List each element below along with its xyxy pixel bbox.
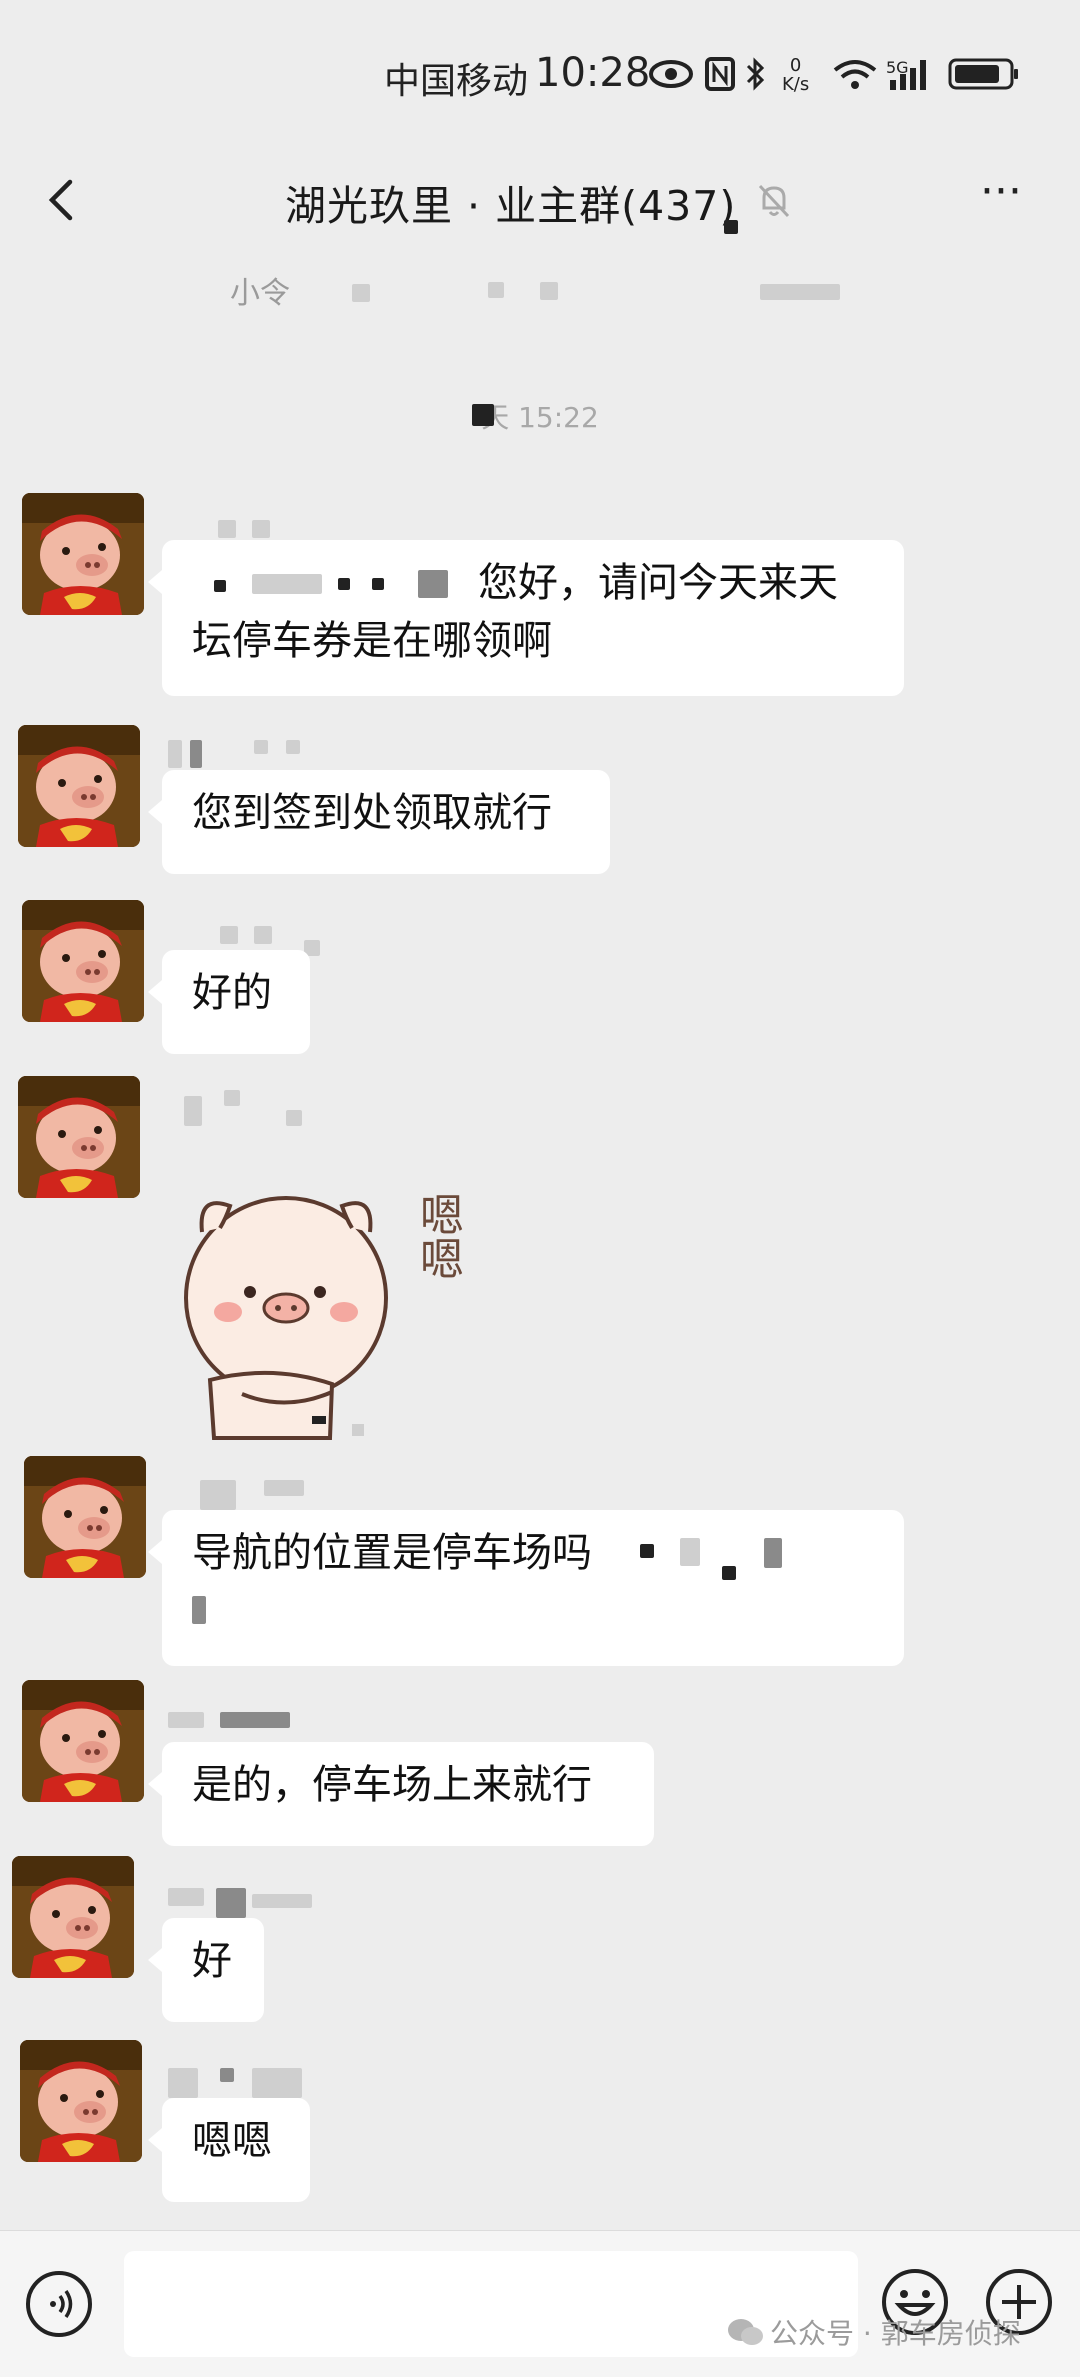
status-bar: 中国移动 10:28 0 K/s 5G	[0, 0, 1080, 150]
avatar[interactable]	[22, 1680, 144, 1802]
message-line: 导航的位置是停车场吗	[192, 1524, 874, 1582]
pinned-notice[interactable]: 小令	[0, 258, 1080, 318]
chat-title: 湖光玖里 · 业主群(437)	[285, 182, 737, 230]
nfc-icon	[705, 57, 735, 91]
bell-muted-icon	[758, 184, 790, 218]
message-line: 您好，请问今天来天	[192, 554, 874, 612]
avatar[interactable]	[22, 493, 144, 615]
net-speed: 0 K/s	[782, 55, 810, 95]
sticker-caption: 嗯嗯	[412, 1192, 463, 1280]
message-bubble[interactable]: 好	[148, 1918, 264, 2022]
bluetooth-icon	[746, 57, 765, 91]
message-timestamp: 天 15:22	[481, 401, 599, 434]
message-line	[192, 1582, 874, 1640]
watermark: 公众号 · 郭车房侦探	[726, 2312, 1021, 2352]
chat-header: 湖光玖里 · 业主群(437) ···	[0, 150, 1080, 250]
message-text: 是的，停车场上来就行	[192, 1762, 592, 1808]
message-text: 您好，请问今天来天	[478, 560, 838, 606]
avatar[interactable]	[20, 2040, 142, 2162]
input-bar	[0, 2230, 1080, 2377]
message-bubble[interactable]: 您好，请问今天来天 坛停车券是在哪领啊	[148, 540, 904, 696]
notice-text: 小令	[230, 276, 290, 311]
more-options-button[interactable]: ···	[980, 170, 1040, 228]
carrier-name: 中国移动	[384, 61, 529, 102]
signal-icon	[890, 60, 926, 90]
message-bubble[interactable]: 嗯嗯	[148, 2098, 310, 2202]
clock: 10:28	[535, 50, 651, 96]
message-text: 好的	[192, 970, 272, 1016]
voice-icon[interactable]	[26, 2271, 92, 2337]
message-bubble[interactable]: 好的	[148, 950, 310, 1054]
message-bubble[interactable]: 您到签到处领取就行	[148, 770, 610, 874]
message-text: 好	[192, 1938, 232, 1984]
avatar[interactable]	[18, 1076, 140, 1198]
wifi-icon	[833, 60, 877, 89]
watermark-text: 公众号 · 郭车房侦探	[770, 2317, 1021, 2350]
avatar[interactable]	[18, 725, 140, 847]
message-bubble[interactable]: 是的，停车场上来就行	[148, 1742, 654, 1846]
avatar[interactable]	[12, 1856, 134, 1978]
back-arrow-icon[interactable]	[38, 170, 98, 230]
wechat-icon	[728, 2319, 763, 2345]
message-text: 坛停车券是在哪领啊	[192, 618, 552, 664]
message-bubble[interactable]: 导航的位置是停车场吗	[148, 1510, 904, 1666]
eye-icon	[649, 60, 693, 88]
battery-icon	[948, 58, 1018, 90]
message-text: 嗯嗯	[192, 2118, 272, 2164]
message-text: 导航的位置是停车场吗	[192, 1530, 592, 1576]
message-text: 您到签到处领取就行	[192, 790, 552, 836]
avatar[interactable]	[22, 900, 144, 1022]
redaction-mark	[724, 220, 738, 234]
avatar[interactable]	[24, 1456, 146, 1578]
